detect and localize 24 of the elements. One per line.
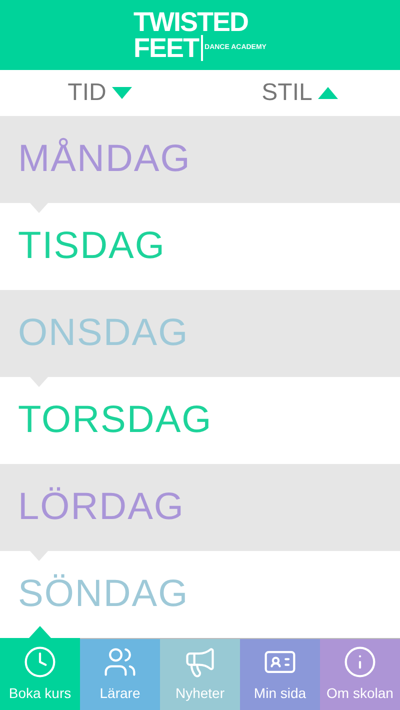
day-row[interactable]: MÅNDAG	[0, 116, 400, 203]
people-icon	[103, 645, 137, 679]
nav-tab[interactable]: Min sida	[240, 638, 320, 710]
notch-pointer	[30, 203, 48, 213]
nav-tab[interactable]: Om skolan	[320, 638, 400, 710]
logo-text: FEET	[134, 35, 203, 61]
day-label: LÖRDAG	[18, 485, 184, 530]
megaphone-icon	[183, 645, 217, 679]
day-label: TORSDAG	[18, 398, 212, 443]
day-label: SÖNDAG	[18, 572, 189, 617]
notch-pointer	[30, 377, 48, 387]
info-icon	[343, 645, 377, 679]
selected-pointer	[29, 626, 51, 638]
nav-tab[interactable]: Lärare	[80, 638, 160, 710]
nav-tab[interactable]: Boka kurs	[0, 638, 80, 710]
day-label: TISDAG	[18, 224, 166, 269]
day-row[interactable]: LÖRDAG	[0, 464, 400, 551]
day-label: MÅNDAG	[18, 136, 191, 182]
nav-tab[interactable]: Nyheter	[160, 638, 240, 710]
day-row[interactable]: ONSDAG	[0, 290, 400, 377]
logo-text: TWISTED	[134, 9, 249, 35]
clock-icon	[23, 644, 57, 678]
notch-pointer	[30, 551, 48, 561]
day-label: ONSDAG	[18, 311, 189, 356]
